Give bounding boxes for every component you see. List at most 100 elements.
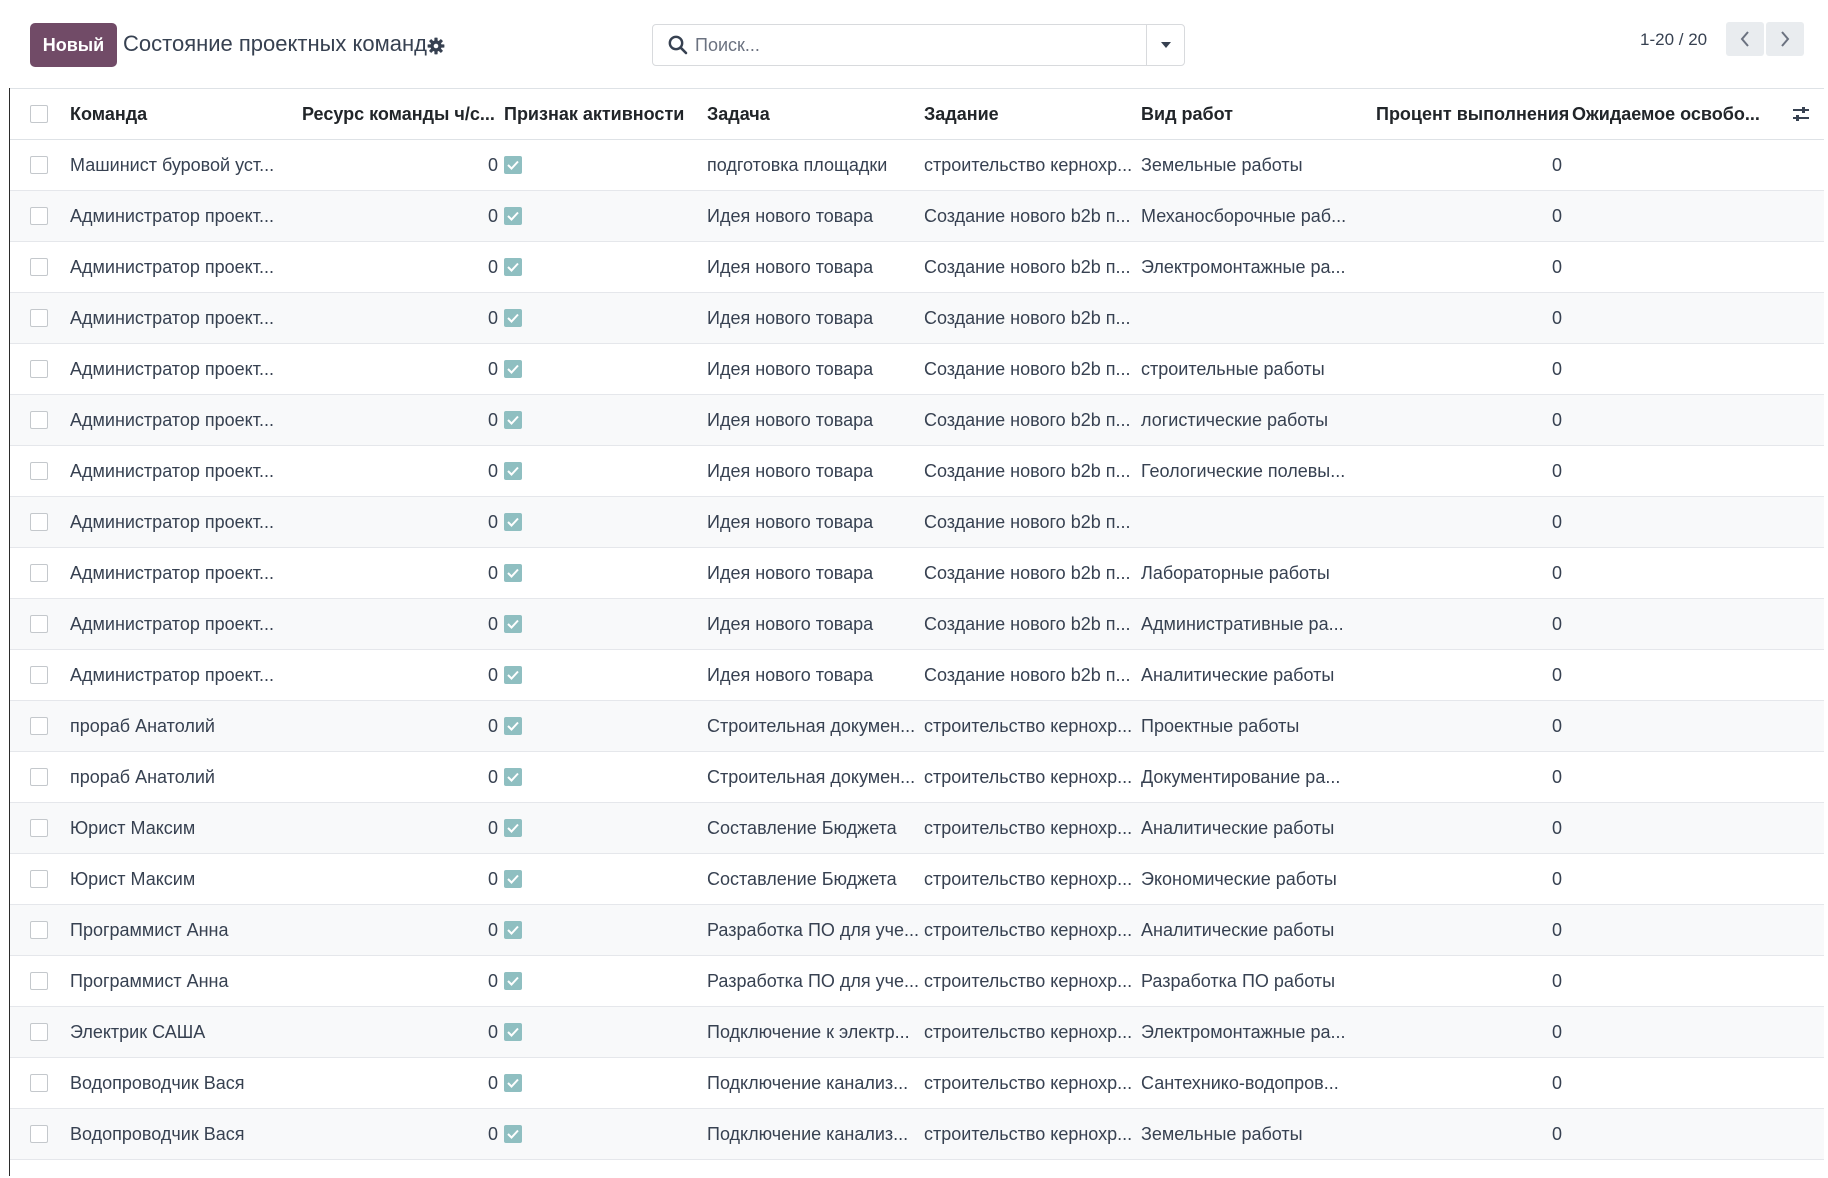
- active-checkbox[interactable]: [504, 717, 522, 735]
- cell-team: Администратор проект...: [70, 664, 274, 685]
- table-row[interactable]: Водопроводчик Вася 0 Подключение канализ..…: [10, 1058, 1824, 1109]
- cell-active: [504, 752, 700, 802]
- row-checkbox[interactable]: [30, 615, 48, 633]
- active-checkbox[interactable]: [504, 309, 522, 327]
- active-checkbox[interactable]: [504, 819, 522, 837]
- row-checkbox[interactable]: [30, 207, 48, 225]
- cell-resource: 0: [487, 715, 498, 736]
- cell-team: Администратор проект...: [70, 613, 274, 634]
- column-header-resource[interactable]: Ресурс команды ч/с...: [302, 89, 500, 139]
- row-checkbox[interactable]: [30, 819, 48, 837]
- cell-expected: [1572, 497, 1762, 547]
- cell-work-type: строительные работы: [1141, 358, 1325, 379]
- row-checkbox[interactable]: [30, 870, 48, 888]
- active-checkbox[interactable]: [504, 1074, 522, 1092]
- active-checkbox[interactable]: [504, 921, 522, 939]
- cell-expected: [1572, 395, 1762, 445]
- active-checkbox[interactable]: [504, 615, 522, 633]
- table-row[interactable]: Администратор проект... 0 Идея нового това…: [10, 599, 1824, 650]
- row-checkbox[interactable]: [30, 717, 48, 735]
- active-checkbox[interactable]: [504, 666, 522, 684]
- pager-next-button[interactable]: [1766, 22, 1804, 56]
- active-checkbox[interactable]: [504, 513, 522, 531]
- active-checkbox[interactable]: [504, 972, 522, 990]
- table-row[interactable]: прораб Анатолий 0 Строительная докумен... с…: [10, 701, 1824, 752]
- table-row[interactable]: Программист Анна 0 Разработка ПО для уче..…: [10, 905, 1824, 956]
- cell-work-type: Лабораторные работы: [1141, 562, 1330, 583]
- cell-resource: 0: [487, 817, 498, 838]
- active-checkbox[interactable]: [504, 360, 522, 378]
- row-checkbox[interactable]: [30, 921, 48, 939]
- select-all-checkbox[interactable]: [30, 105, 48, 123]
- row-checkbox[interactable]: [30, 666, 48, 684]
- row-checkbox[interactable]: [30, 462, 48, 480]
- row-checkbox[interactable]: [30, 564, 48, 582]
- row-checkbox[interactable]: [30, 768, 48, 786]
- row-checkbox[interactable]: [30, 1125, 48, 1143]
- column-header-team[interactable]: Команда: [70, 89, 300, 139]
- table-row[interactable]: Администратор проект... 0 Идея нового това…: [10, 446, 1824, 497]
- active-checkbox[interactable]: [504, 258, 522, 276]
- table-row[interactable]: Администратор проект... 0 Идея нового това…: [10, 497, 1824, 548]
- active-checkbox[interactable]: [504, 462, 522, 480]
- gear-icon[interactable]: [426, 36, 446, 56]
- row-checkbox[interactable]: [30, 258, 48, 276]
- search-input[interactable]: [695, 31, 1095, 59]
- active-checkbox[interactable]: [504, 411, 522, 429]
- active-checkbox[interactable]: [504, 156, 522, 174]
- cell-task: Идея нового товара: [707, 256, 874, 277]
- cell-job: строительство кернохр...: [924, 154, 1133, 175]
- table-row[interactable]: Программист Анна 0 Разработка ПО для уче..…: [10, 956, 1824, 1007]
- cell-work-type: Разработка ПО работы: [1141, 970, 1336, 991]
- row-checkbox[interactable]: [30, 513, 48, 531]
- table-row[interactable]: Администратор проект... 0 Идея нового това…: [10, 650, 1824, 701]
- active-checkbox[interactable]: [504, 1023, 522, 1041]
- table-row[interactable]: Водопроводчик Вася 0 Подключение канализ..…: [10, 1109, 1824, 1160]
- table-row[interactable]: прораб Анатолий 0 Строительная докумен... с…: [10, 752, 1824, 803]
- table-row[interactable]: Машинист буровой уст... 0 подготовка площа…: [10, 140, 1824, 191]
- table-row[interactable]: Администратор проект... 0 Идея нового това…: [10, 242, 1824, 293]
- table-row[interactable]: Администратор проект... 0 Идея нового това…: [10, 395, 1824, 446]
- row-checkbox[interactable]: [30, 309, 48, 327]
- row-checkbox[interactable]: [30, 972, 48, 990]
- pager-value[interactable]: 1-20 / 20: [1640, 30, 1707, 50]
- active-checkbox[interactable]: [504, 1125, 522, 1143]
- table-row[interactable]: Юрист Максим 0 Составление Бюджета строител…: [10, 803, 1824, 854]
- active-checkbox[interactable]: [504, 207, 522, 225]
- row-checkbox[interactable]: [30, 156, 48, 174]
- column-header-job[interactable]: Задание: [924, 89, 1136, 139]
- table-row[interactable]: Юрист Максим 0 Составление Бюджета строител…: [10, 854, 1824, 905]
- table-row[interactable]: Электрик САША 0 Подключение к электр... стр…: [10, 1007, 1824, 1058]
- search-options-toggle[interactable]: [1146, 25, 1184, 65]
- column-header-percent[interactable]: Процент выполнения: [1376, 89, 1568, 139]
- optional-columns-toggle[interactable]: [1786, 89, 1816, 139]
- table-row[interactable]: Администратор проект... 0 Идея нового това…: [10, 191, 1824, 242]
- row-checkbox[interactable]: [30, 1023, 48, 1041]
- cell-team: прораб Анатолий: [70, 766, 215, 787]
- column-header-active[interactable]: Признак активности: [504, 89, 700, 139]
- column-header-expected[interactable]: Ожидаемое освобо...: [1572, 89, 1762, 139]
- cell-team: Программист Анна: [70, 970, 229, 991]
- row-select-cell: [30, 140, 50, 190]
- active-checkbox[interactable]: [504, 564, 522, 582]
- cell-task: Идея нового товара: [707, 664, 874, 685]
- column-header-work-type[interactable]: Вид работ: [1141, 89, 1356, 139]
- row-checkbox[interactable]: [30, 360, 48, 378]
- table-row[interactable]: Администратор проект... 0 Идея нового това…: [10, 548, 1824, 599]
- cell-percent: 0: [1551, 970, 1562, 991]
- active-checkbox[interactable]: [504, 870, 522, 888]
- row-select-cell: [30, 446, 50, 496]
- cell-percent: 0: [1551, 511, 1562, 532]
- row-checkbox[interactable]: [30, 1074, 48, 1092]
- pager-previous-button[interactable]: [1726, 22, 1764, 56]
- cell-active: [504, 701, 700, 751]
- row-select-cell: [30, 242, 50, 292]
- row-checkbox[interactable]: [30, 411, 48, 429]
- column-header-task[interactable]: Задача: [707, 89, 919, 139]
- active-checkbox[interactable]: [504, 768, 522, 786]
- cell-job: Создание нового b2b п...: [924, 358, 1131, 379]
- table-row[interactable]: Администратор проект... 0 Идея нового това…: [10, 344, 1824, 395]
- cell-resource: 0: [487, 562, 498, 583]
- table-row[interactable]: Администратор проект... 0 Идея нового това…: [10, 293, 1824, 344]
- new-button[interactable]: Новый: [30, 23, 117, 67]
